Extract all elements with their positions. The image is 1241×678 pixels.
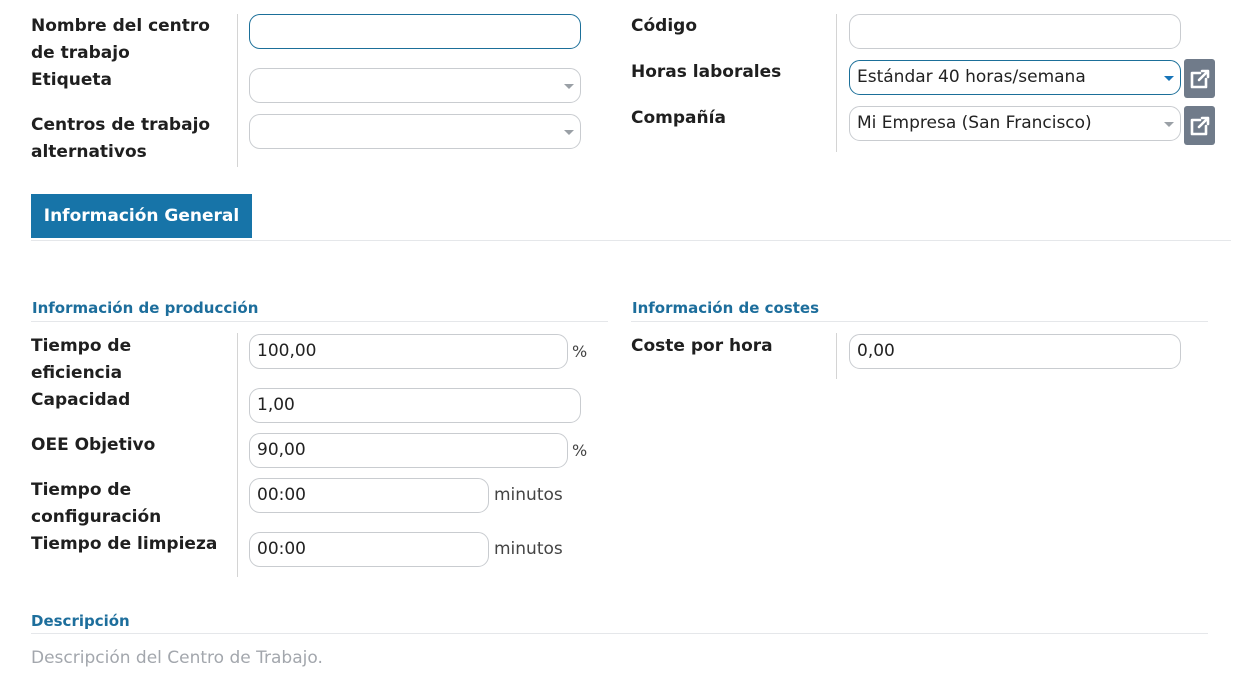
- external-link-icon: [1190, 116, 1209, 135]
- tab-general-information[interactable]: Información General: [31, 194, 252, 238]
- setup-time-input[interactable]: 00:00: [249, 478, 489, 513]
- code-input[interactable]: [849, 14, 1181, 49]
- working-hours-external-link-button[interactable]: [1184, 59, 1215, 98]
- company-label: Compañía: [631, 108, 726, 128]
- right-column-divider: [836, 14, 837, 152]
- capacity-label: Capacidad: [31, 390, 131, 410]
- left-column-divider: [237, 14, 238, 167]
- efficiency-input[interactable]: 100,00: [249, 334, 568, 369]
- cleanup-time-label: Tiempo de limpieza: [31, 534, 218, 554]
- costs-section-title: Información de costes: [632, 299, 820, 317]
- external-link-icon: [1190, 69, 1209, 88]
- efficiency-label: Tiempo de eficiencia: [31, 336, 132, 383]
- description-section-title: Descripción: [31, 612, 130, 630]
- caret-down-icon: [1164, 122, 1174, 127]
- description-editor[interactable]: Descripción del Centro de Trabajo.: [31, 648, 731, 672]
- production-section-title: Información de producción: [32, 299, 259, 317]
- cleanup-time-unit: minutos: [494, 539, 563, 559]
- oee-label: OEE Objetivo: [31, 435, 156, 455]
- oee-unit: %: [572, 441, 588, 460]
- company-value: Mi Empresa (San Francisco): [857, 113, 1092, 133]
- company-select[interactable]: Mi Empresa (San Francisco): [849, 106, 1181, 141]
- caret-down-icon: [564, 130, 574, 135]
- caret-down-icon: [1164, 76, 1174, 81]
- setup-time-label: Tiempo de configuración: [31, 480, 162, 527]
- setup-time-unit: minutos: [494, 485, 563, 505]
- cost-per-hour-input[interactable]: 0,00: [849, 334, 1181, 369]
- capacity-input[interactable]: 1,00: [249, 388, 581, 423]
- working-hours-value: Estándar 40 horas/semana: [857, 67, 1086, 87]
- tag-label: Etiqueta: [31, 70, 112, 90]
- oee-input[interactable]: 90,00: [249, 433, 568, 468]
- company-external-link-button[interactable]: [1184, 106, 1215, 145]
- production-section-divider: [31, 321, 608, 322]
- working-hours-label: Horas laborales: [631, 62, 782, 82]
- cleanup-time-input[interactable]: 00:00: [249, 532, 489, 567]
- costs-divider: [836, 333, 837, 379]
- working-hours-select[interactable]: Estándar 40 horas/semana: [849, 60, 1181, 95]
- alternative-centers-label: Centros de trabajo alternativos: [31, 115, 211, 162]
- work-center-name-input[interactable]: [249, 14, 581, 49]
- description-section-divider: [31, 633, 1208, 634]
- work-center-name-label: Nombre del centro de trabajo: [31, 16, 210, 63]
- tab-underline: [31, 240, 1231, 241]
- alternative-centers-select[interactable]: [249, 114, 581, 149]
- tag-select[interactable]: [249, 68, 581, 103]
- production-divider: [237, 333, 238, 577]
- efficiency-unit: %: [572, 342, 588, 361]
- costs-section-divider: [631, 321, 1208, 322]
- cost-per-hour-label: Coste por hora: [631, 336, 773, 356]
- caret-down-icon: [564, 84, 574, 89]
- code-label: Código: [631, 16, 697, 36]
